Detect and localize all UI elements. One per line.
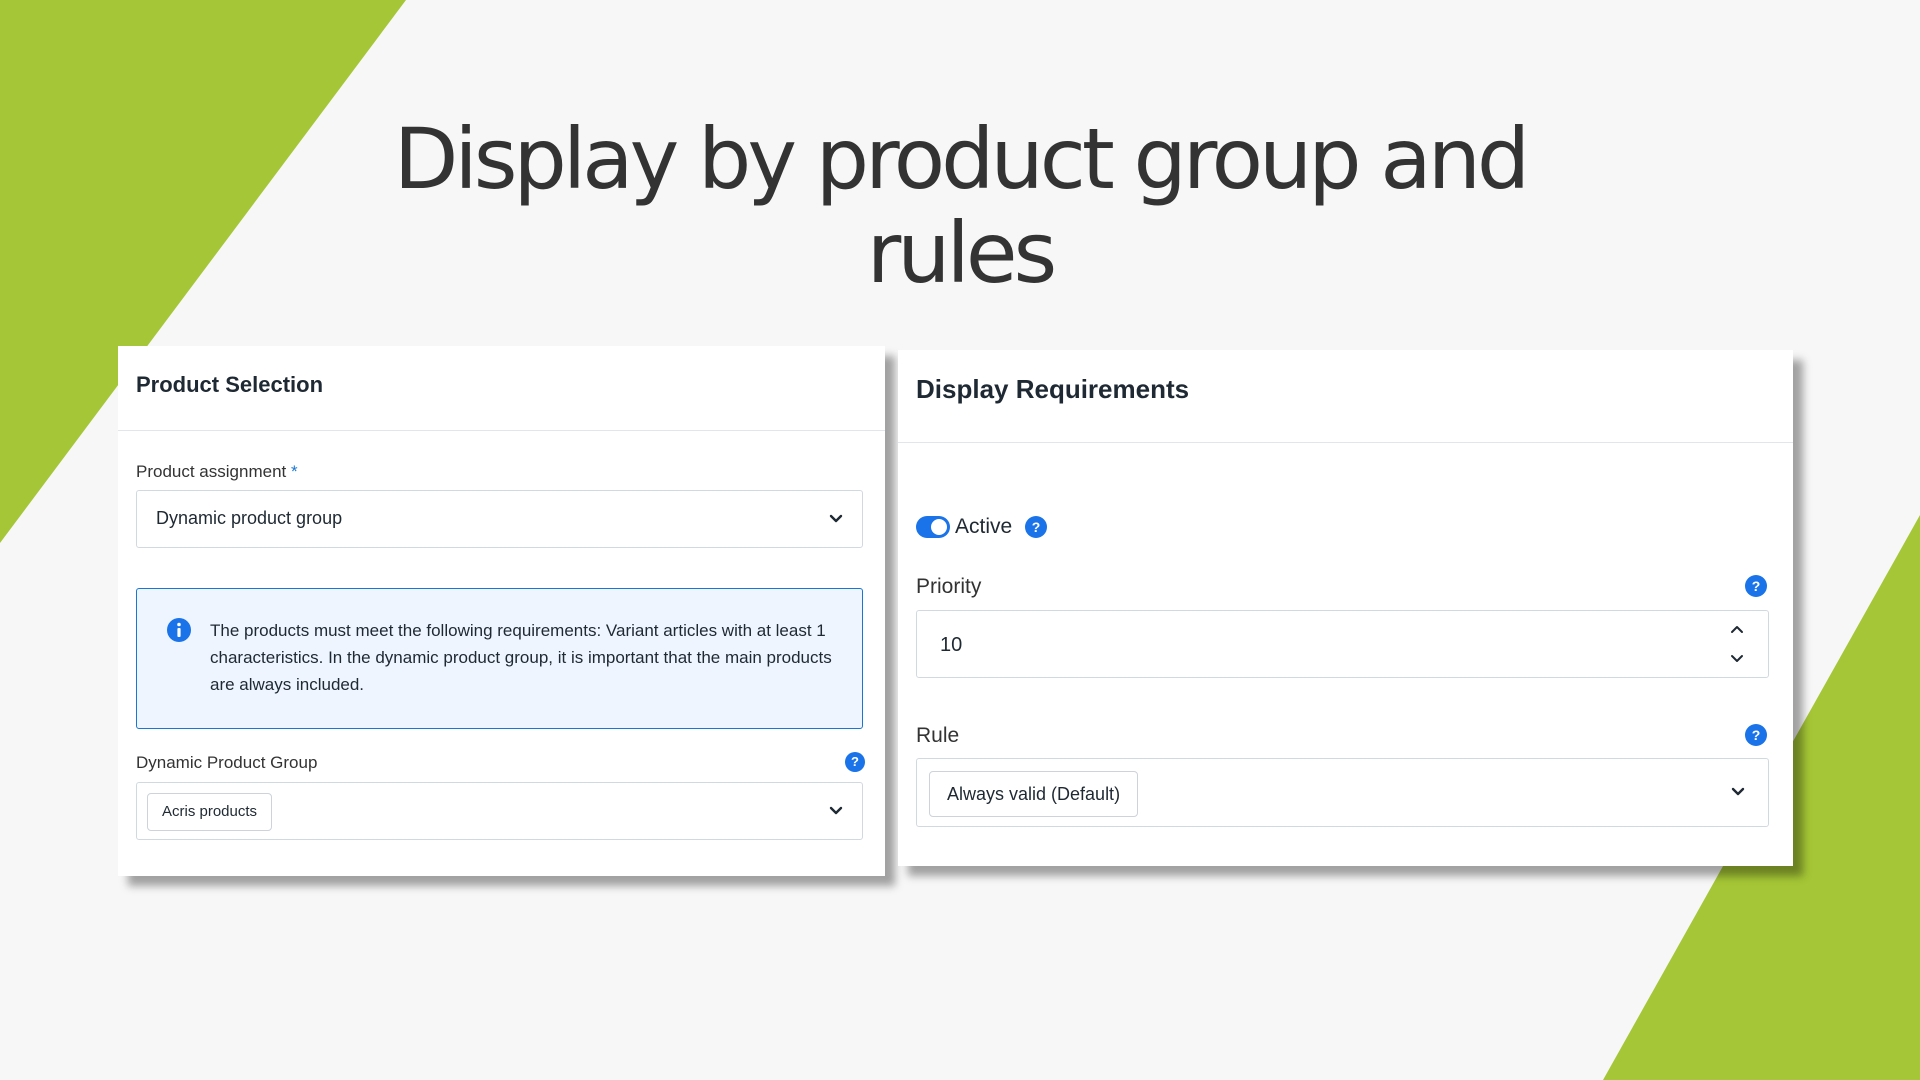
selected-rule-chip[interactable]: Always valid (Default) [929,771,1139,817]
product-assignment-value: Dynamic product group [156,508,343,528]
dynamic-product-group-label: Dynamic Product Group [136,753,318,772]
active-toggle[interactable] [916,516,950,538]
card-header: Display Requirements [898,350,1793,443]
priority-value: 10 [940,634,963,656]
slide-title: Display by product group and rules [0,112,1920,300]
notice-text: The products must meet the following req… [210,621,832,694]
product-assignment-select[interactable]: Dynamic product group [136,490,863,548]
display-requirements-card: Display Requirements Active ? Priority ?… [898,350,1793,866]
card-title: Display Requirements [916,374,1190,404]
help-icon[interactable]: ? [1025,516,1047,538]
active-label: Active [955,515,1013,538]
requirements-notice: The products must meet the following req… [136,588,863,729]
toggle-knob [931,519,947,535]
title-line-1: Display by product group and [393,110,1531,208]
card-title: Product Selection [136,372,324,397]
chevron-down-icon[interactable] [1727,649,1747,669]
product-assignment-label-text: Product assignment [136,462,287,481]
info-icon [166,617,192,643]
help-icon[interactable]: ? [1745,575,1767,597]
required-marker: * [290,462,298,481]
rule-label: Rule [916,724,960,747]
rule-select[interactable]: Always valid (Default) [916,758,1769,827]
product-selection-card: Product Selection Product assignment * D… [118,346,885,876]
priority-label: Priority [916,575,982,598]
chevron-down-icon [1728,782,1748,802]
chevron-down-icon [826,801,846,821]
help-icon[interactable]: ? [1745,724,1767,746]
product-assignment-label: Product assignment * [136,462,298,482]
chevron-up-icon[interactable] [1727,619,1747,639]
card-header: Product Selection [118,346,885,431]
selected-group-chip[interactable]: Acris products [147,793,273,831]
priority-number-input[interactable]: 10 [916,610,1769,678]
help-icon[interactable]: ? [845,752,865,772]
dynamic-product-group-select[interactable]: Acris products [136,782,863,840]
chevron-down-icon [826,509,846,529]
title-line-2: rules [866,204,1058,302]
